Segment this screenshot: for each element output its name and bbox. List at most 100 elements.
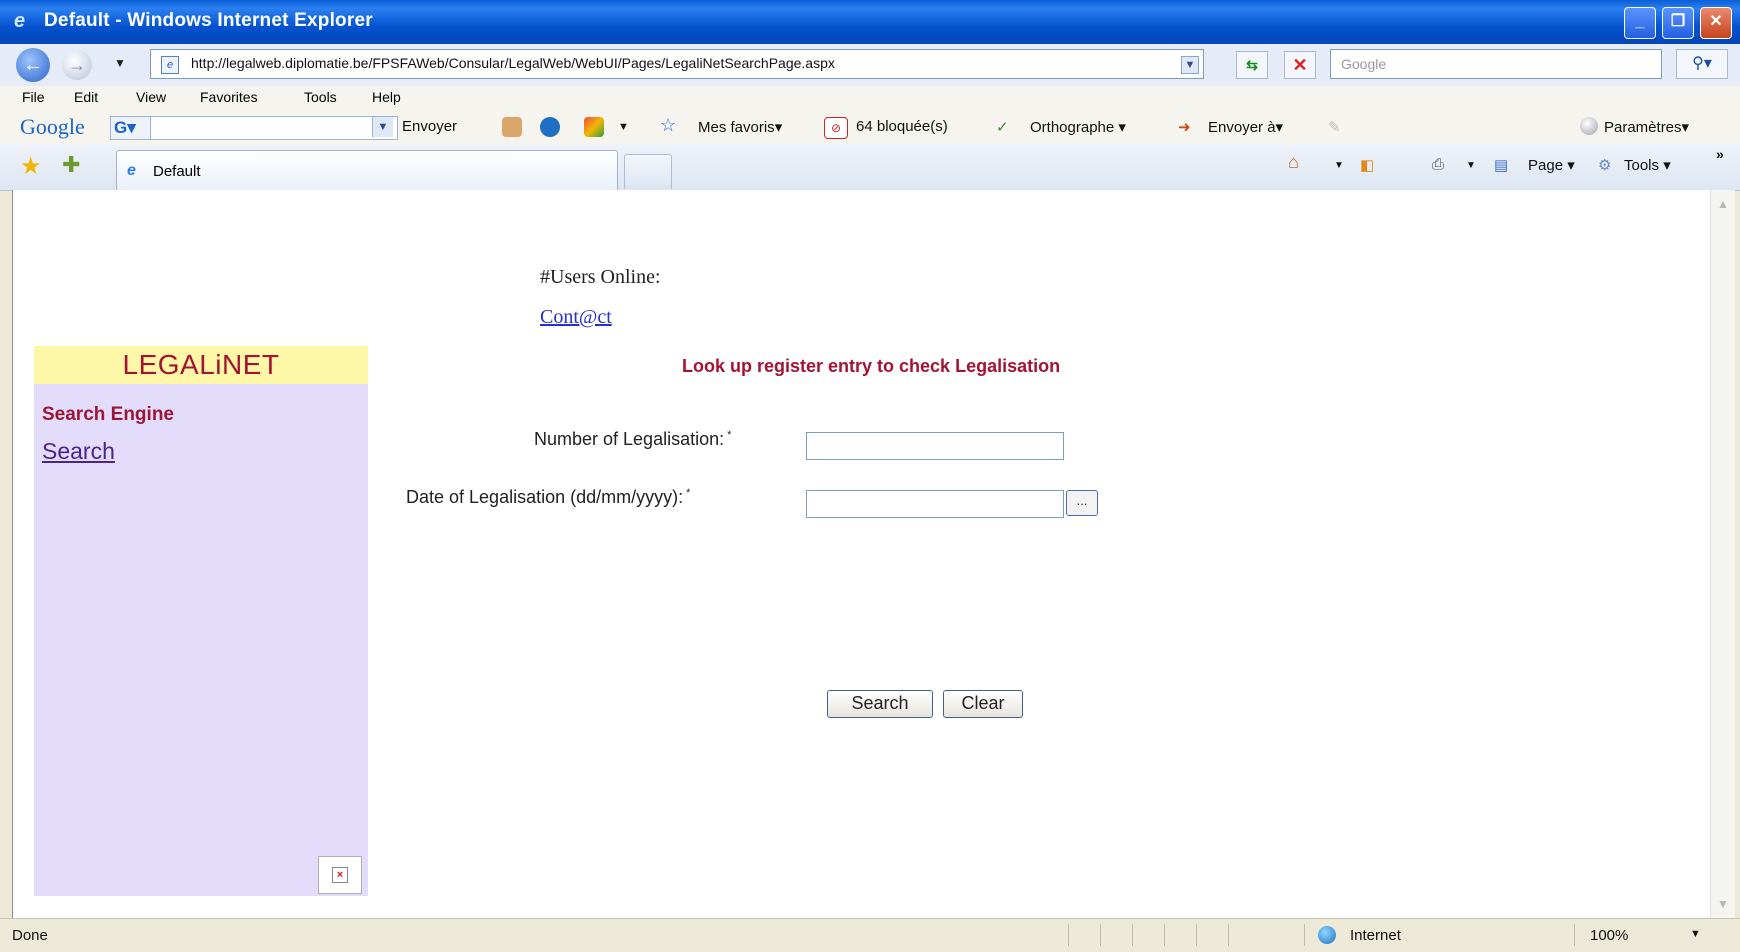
- feeds-icon[interactable]: ◧: [1360, 156, 1374, 174]
- parametres-button[interactable]: Paramètres▾: [1604, 118, 1689, 136]
- settings-icon: [1580, 117, 1598, 135]
- close-button[interactable]: ✕: [1700, 7, 1732, 39]
- google-search-input[interactable]: [150, 116, 398, 140]
- forward-button[interactable]: →: [62, 50, 92, 80]
- page-menu-icon: ▤: [1494, 157, 1509, 174]
- status-divider: [1068, 924, 1069, 946]
- sidebar: LEGALiNET Search Engine Search ×: [34, 346, 368, 896]
- orthographe-label: Orthographe: [1030, 119, 1115, 136]
- envoyer-a-button[interactable]: Envoyer à▾: [1208, 118, 1283, 136]
- zoom-level[interactable]: 100%: [1590, 927, 1628, 944]
- google-g-button[interactable]: G▾: [110, 116, 151, 140]
- star-icon: ☆: [660, 115, 677, 135]
- print-dropdown-icon[interactable]: ▼: [1466, 160, 1476, 171]
- google-logo[interactable]: Google: [20, 114, 85, 140]
- news-dropdown-icon[interactable]: ▼: [618, 121, 629, 133]
- page-menu-label: Page: [1528, 157, 1564, 174]
- url-dropdown-icon[interactable]: ▼: [1181, 56, 1199, 74]
- popup-blocker-icon: ⊘: [824, 117, 848, 139]
- status-divider: [1132, 924, 1133, 946]
- broken-image-icon: ×: [318, 856, 362, 894]
- status-divider: [1164, 924, 1165, 946]
- home-icon[interactable]: ⌂: [1288, 152, 1299, 173]
- sidebar-search-link[interactable]: Search: [42, 438, 115, 465]
- bookmark-icon[interactable]: [502, 117, 522, 137]
- menu-bar: File Edit View Favorites Tools Help: [0, 86, 1740, 110]
- users-online-label: #Users Online:: [540, 266, 661, 288]
- mes-favoris-button[interactable]: Mes favoris▾: [698, 118, 782, 136]
- menu-tools[interactable]: Tools: [304, 89, 337, 105]
- minimize-button[interactable]: _: [1624, 7, 1656, 39]
- zoom-dropdown-icon[interactable]: ▼: [1690, 928, 1701, 940]
- spellcheck-icon: ✓: [996, 119, 1009, 136]
- url-input[interactable]: e http://legalweb.diplomatie.be/FPSFAWeb…: [150, 49, 1204, 79]
- stop-button[interactable]: ✕: [1284, 51, 1316, 79]
- menu-file[interactable]: File: [22, 89, 45, 105]
- refresh-button[interactable]: ⇆: [1236, 51, 1268, 79]
- tools-menu-button[interactable]: Tools ▾: [1624, 156, 1671, 174]
- tools-gear-icon: ⚙: [1598, 157, 1612, 174]
- contact-link[interactable]: Cont@ct: [540, 306, 612, 329]
- number-label-text: Number of Legalisation:: [534, 429, 725, 449]
- more-commands-icon[interactable]: »: [1716, 146, 1724, 162]
- maximize-button[interactable]: ❐: [1662, 7, 1694, 39]
- date-field-label: Date of Legalisation (dd/mm/yyyy): *: [406, 487, 690, 508]
- news-icon[interactable]: [584, 117, 604, 137]
- security-zone: Internet: [1350, 927, 1401, 944]
- date-label-text: Date of Legalisation (dd/mm/yyyy):: [406, 487, 684, 507]
- pagerank-icon[interactable]: [540, 117, 560, 137]
- highlighter-icon[interactable]: ✎: [1328, 118, 1341, 136]
- status-divider: [1228, 924, 1229, 946]
- home-dropdown-icon[interactable]: ▼: [1334, 160, 1344, 171]
- blocked-count[interactable]: 64 bloquée(s): [856, 118, 948, 135]
- google-search-dropdown-icon[interactable]: ▼: [372, 117, 393, 137]
- tools-menu-label: Tools: [1624, 157, 1660, 174]
- tab-label: Default: [153, 163, 201, 180]
- status-divider: [1196, 924, 1197, 946]
- status-divider: [1304, 924, 1305, 946]
- scroll-up-icon[interactable]: ▲: [1713, 194, 1733, 214]
- google-g-label: G: [114, 118, 128, 137]
- history-dropdown-icon[interactable]: ▼: [114, 56, 126, 70]
- legalisation-date-input[interactable]: [806, 490, 1064, 518]
- add-to-favorites-icon[interactable]: ✚: [62, 152, 80, 178]
- menu-help[interactable]: Help: [372, 89, 401, 105]
- vertical-scrollbar[interactable]: ▲ ▼: [1710, 190, 1735, 918]
- clear-button[interactable]: Clear: [943, 690, 1023, 718]
- ie-page-icon: e: [127, 162, 136, 179]
- mes-favoris-label: Mes favoris: [698, 119, 775, 136]
- address-toolbar: ← → ▼ e http://legalweb.diplomatie.be/FP…: [0, 44, 1740, 87]
- tab-strip: ★ ✚ e Default ⌂ ▼ ◧ ⎙ ▼ ▤ Page ▾ ⚙ Tools…: [0, 144, 1740, 191]
- title-bar: e Default - Windows Internet Explorer _ …: [0, 0, 1740, 44]
- internet-globe-icon: [1318, 926, 1336, 944]
- search-icon[interactable]: ⚲▾: [1676, 49, 1728, 79]
- legalisation-number-input[interactable]: [806, 432, 1064, 460]
- ie-logo-icon: e: [14, 10, 26, 32]
- form-heading: Look up register entry to check Legalisa…: [682, 356, 1061, 376]
- url-text: http://legalweb.diplomatie.be/FPSFAWeb/C…: [191, 55, 835, 71]
- menu-favorites[interactable]: Favorites: [200, 89, 258, 105]
- print-icon[interactable]: ⎙: [1432, 156, 1444, 173]
- back-button[interactable]: ←: [16, 48, 50, 82]
- envoyer-button[interactable]: Envoyer: [402, 118, 457, 135]
- status-divider: [1574, 924, 1575, 946]
- menu-view[interactable]: View: [136, 89, 166, 105]
- orthographe-button[interactable]: Orthographe ▾: [1030, 118, 1126, 136]
- web-search-placeholder: Google: [1341, 56, 1387, 72]
- favorites-center-icon[interactable]: ★: [20, 152, 42, 181]
- status-bar: Done Internet 100% ▼: [0, 918, 1740, 952]
- calendar-picker-button[interactable]: ...: [1066, 490, 1098, 516]
- scroll-down-icon[interactable]: ▼: [1713, 894, 1733, 914]
- sidebar-header: LEGALiNET: [34, 346, 368, 384]
- web-search-input[interactable]: Google: [1330, 49, 1662, 79]
- required-marker: *: [727, 429, 732, 441]
- number-field-label: Number of Legalisation: *: [534, 429, 731, 450]
- page-menu-button[interactable]: Page ▾: [1528, 156, 1575, 174]
- section-title: Search Engine: [42, 404, 174, 425]
- search-button[interactable]: Search: [827, 690, 933, 718]
- page-icon: e: [161, 56, 179, 74]
- tab-default[interactable]: e Default: [116, 150, 618, 191]
- new-tab-button[interactable]: [624, 154, 672, 189]
- menu-edit[interactable]: Edit: [74, 89, 98, 105]
- required-marker: *: [686, 487, 691, 499]
